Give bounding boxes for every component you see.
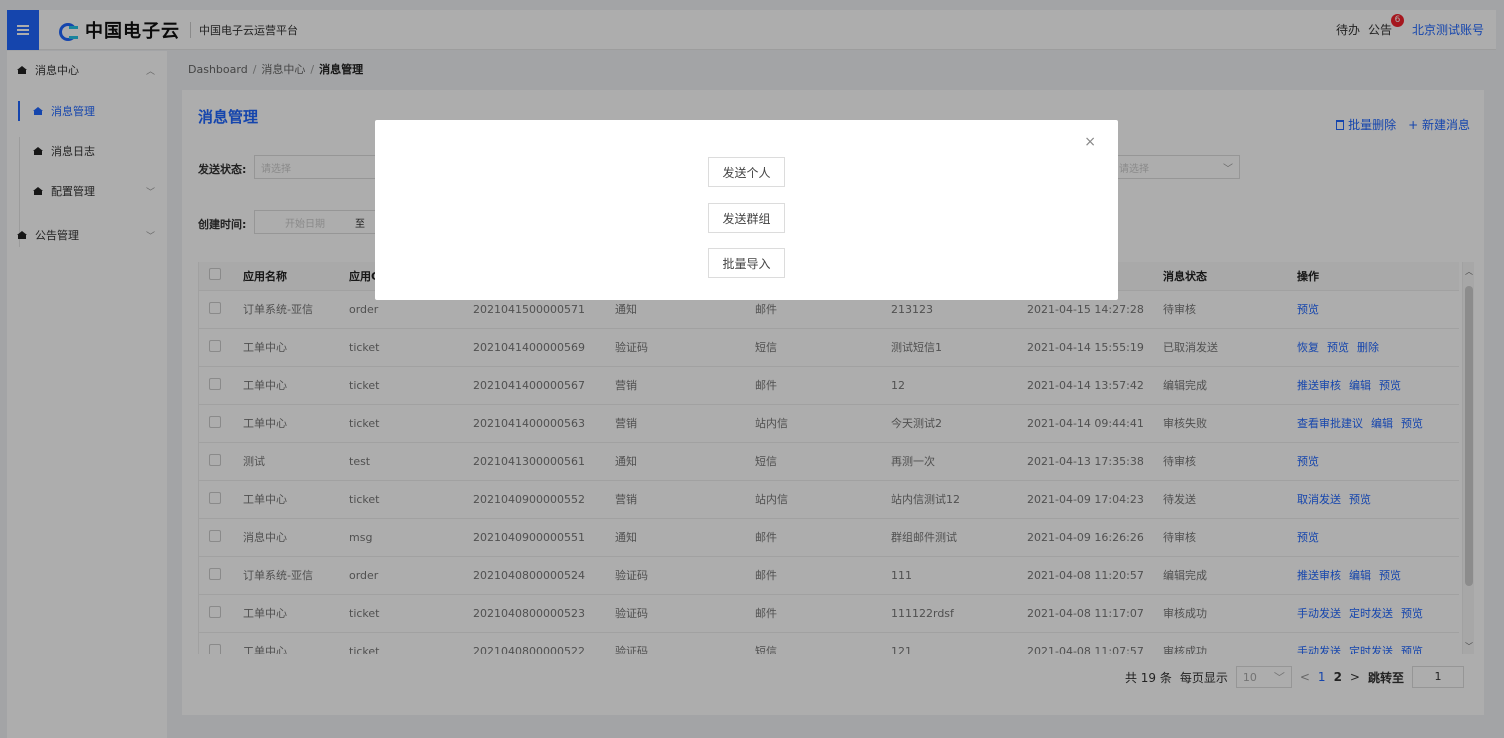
modal-overlay[interactable] — [0, 0, 1504, 738]
close-icon[interactable]: × — [1084, 134, 1096, 150]
batch-import-button[interactable]: 批量导入 — [708, 248, 785, 278]
send-type-modal: × 发送个人 发送群组 批量导入 — [375, 120, 1118, 300]
send-group-button[interactable]: 发送群组 — [708, 203, 785, 233]
send-personal-button[interactable]: 发送个人 — [708, 157, 785, 187]
